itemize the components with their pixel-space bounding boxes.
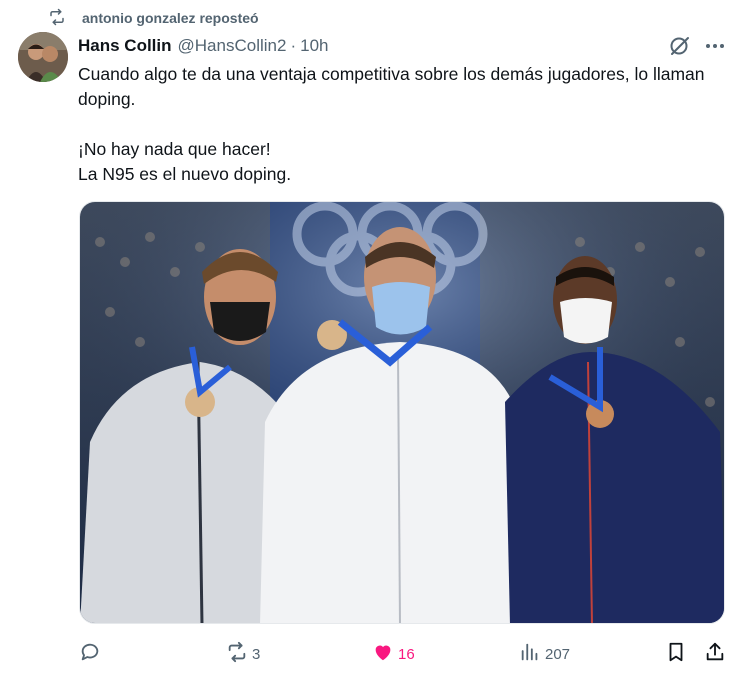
- bookmark-button[interactable]: [665, 640, 687, 668]
- author-name[interactable]: Hans Collin: [78, 36, 172, 56]
- tweet-actions-bar: 3 16 207: [0, 640, 752, 668]
- share-button[interactable]: [704, 640, 726, 668]
- reply-icon: [79, 641, 101, 667]
- tweet-timestamp[interactable]: 10h: [300, 36, 328, 56]
- heart-icon: [372, 641, 394, 667]
- like-button[interactable]: 16: [372, 640, 415, 668]
- retweet-icon: [226, 641, 248, 667]
- tweet-header: Hans Collin @HansCollin2 · 10h: [78, 35, 328, 57]
- share-icon: [704, 641, 726, 667]
- tweet-top-actions: [668, 34, 727, 58]
- reply-button[interactable]: [79, 640, 105, 668]
- repost-text[interactable]: antonio gonzalez reposteó: [82, 10, 259, 26]
- photo-three-medalists: [80, 202, 724, 623]
- retweet-icon: [48, 8, 82, 29]
- like-count: 16: [398, 645, 415, 663]
- tweet-paragraph-1: Cuando algo te da una ventaja competitiv…: [78, 64, 705, 109]
- author-handle[interactable]: @HansCollin2: [178, 36, 287, 56]
- views-count: 207: [545, 645, 571, 663]
- separator-dot: ·: [290, 36, 297, 55]
- views-button[interactable]: 207: [519, 640, 570, 668]
- tweet-photo[interactable]: [79, 201, 725, 624]
- more-options-icon[interactable]: [703, 34, 727, 58]
- repost-indicator[interactable]: antonio gonzalez reposteó: [48, 8, 259, 28]
- bookmark-icon: [665, 641, 687, 667]
- tweet-paragraph-2: ¡No hay nada que hacer! La N95 es el nue…: [78, 139, 292, 184]
- analytics-icon: [519, 641, 541, 667]
- tweet-body: Cuando algo te da una ventaja competitiv…: [78, 62, 718, 187]
- retweet-button[interactable]: 3: [226, 640, 260, 668]
- avatar[interactable]: [18, 32, 68, 82]
- grok-icon[interactable]: [668, 34, 692, 58]
- retweet-count: 3: [252, 645, 261, 663]
